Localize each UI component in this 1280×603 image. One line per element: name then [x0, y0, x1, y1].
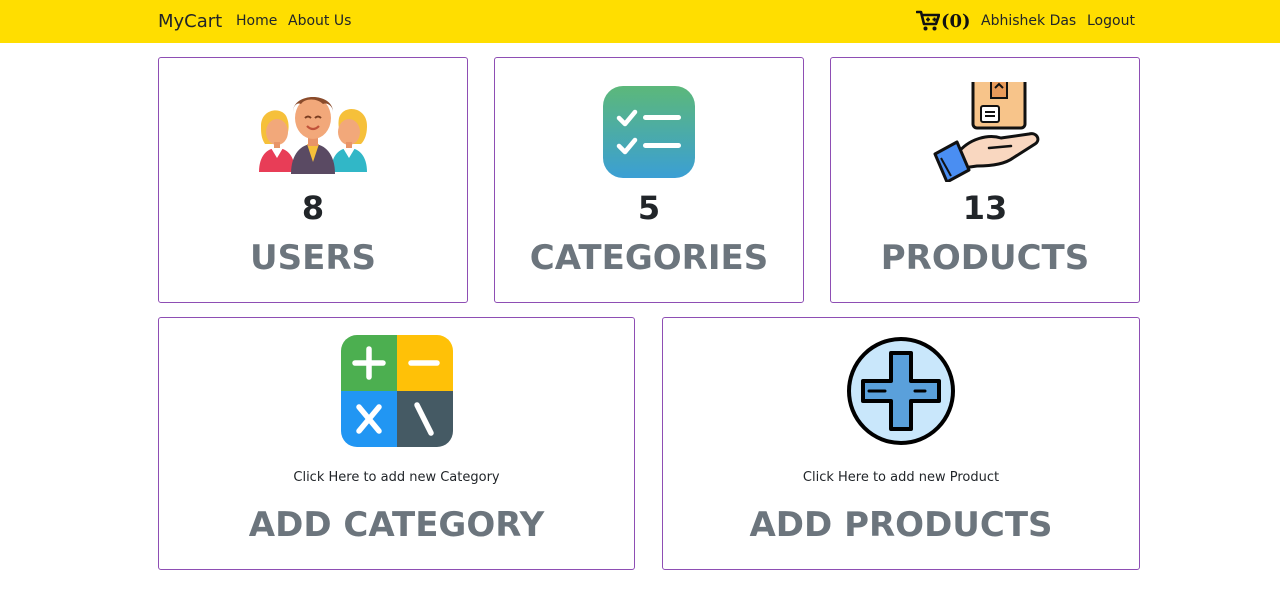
add-category-hint: Click Here to add new Category — [293, 470, 500, 485]
logout-link[interactable]: Logout — [1087, 13, 1135, 29]
products-count: 13 — [962, 189, 1008, 227]
navbar: MyCart Home About Us (0) Abhishek Das Lo… — [0, 0, 1280, 43]
product-hand-icon — [933, 82, 1040, 182]
add-product-card[interactable]: Click Here to add new Product ADD PRODUC… — [662, 317, 1140, 570]
add-category-card[interactable]: Click Here to add new Category ADD CATEG… — [158, 317, 635, 570]
nav-link-home[interactable]: Home — [236, 13, 277, 29]
add-category-title: ADD CATEGORY — [248, 505, 545, 545]
cart-link[interactable]: (0) — [916, 9, 971, 33]
users-icon — [259, 97, 367, 174]
nav-link-user[interactable]: Abhishek Das — [981, 13, 1076, 29]
checklist-icon — [603, 86, 695, 178]
products-card[interactable]: 13 PRODUCTS — [830, 57, 1140, 303]
brand-link[interactable]: MyCart — [158, 11, 222, 32]
categories-card[interactable]: 5 CATEGORIES — [494, 57, 804, 303]
plus-circle-icon — [847, 337, 955, 445]
users-card[interactable]: 8 USERS — [158, 57, 468, 303]
add-product-title: ADD PRODUCTS — [749, 505, 1053, 545]
users-title: USERS — [250, 238, 376, 278]
add-product-hint: Click Here to add new Product — [802, 470, 1000, 485]
cart-count: (0) — [941, 10, 971, 32]
products-title: PRODUCTS — [880, 238, 1090, 278]
cart-icon — [916, 10, 940, 31]
users-count: 8 — [301, 189, 325, 227]
nav-link-about[interactable]: About Us — [288, 13, 351, 29]
categories-title: CATEGORIES — [529, 238, 769, 278]
calculator-icon — [340, 335, 453, 447]
categories-count: 5 — [637, 189, 661, 227]
